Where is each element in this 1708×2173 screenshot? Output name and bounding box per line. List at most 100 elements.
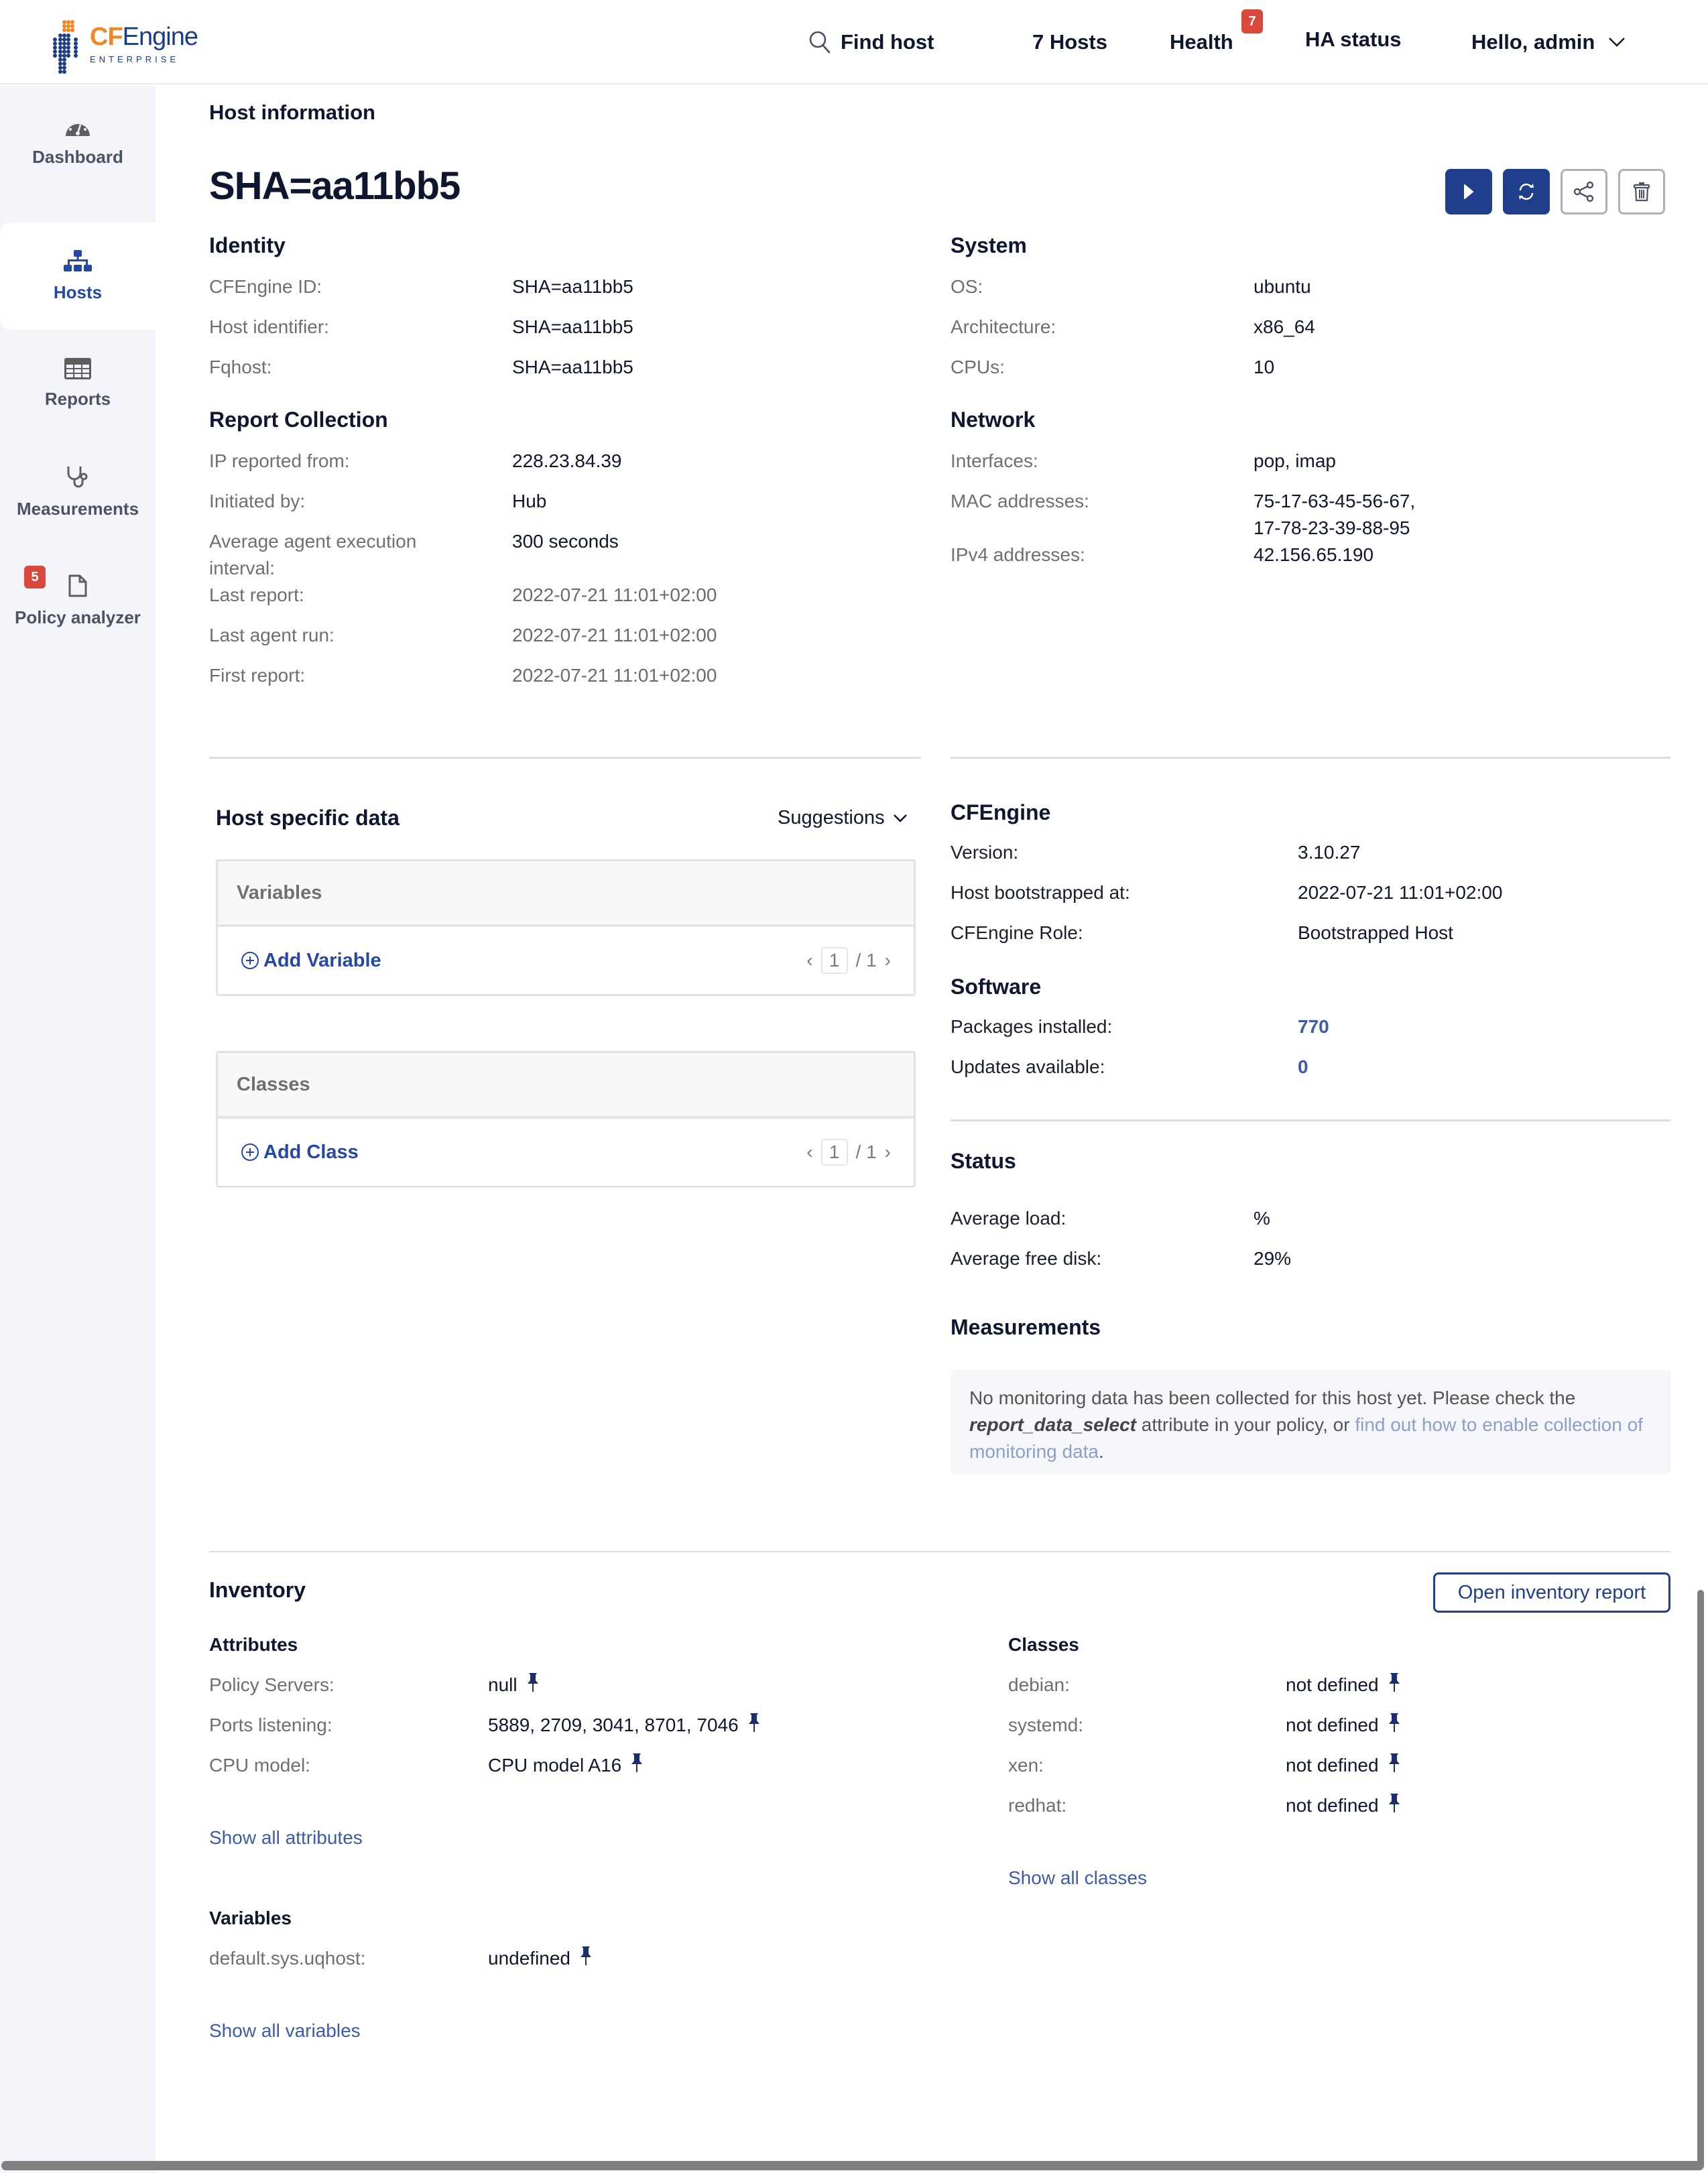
variables-panel: Variables Add Variable ‹ 1 / 1 ›	[216, 859, 916, 996]
sidebar-label-hosts: Hosts	[53, 282, 103, 302]
health-link[interactable]: Health	[1170, 0, 1233, 84]
kv-label: Ports listening:	[209, 1715, 332, 1735]
logo-dot	[62, 70, 66, 74]
page-input[interactable]: 1	[820, 1139, 848, 1166]
kv-value: ubuntu	[1254, 276, 1311, 297]
kv-label: xen:	[1008, 1755, 1044, 1776]
refresh-icon	[1519, 183, 1534, 200]
kv-value: %	[1254, 1208, 1270, 1229]
user-menu[interactable]: Hello, admin	[1471, 0, 1626, 84]
sidebar-item-dashboard[interactable]: Dashboard	[0, 88, 156, 196]
find-host-label: Find host	[841, 30, 934, 54]
show-all-variables-link[interactable]: Show all variables	[209, 2020, 361, 2042]
plus-circle-icon	[241, 952, 259, 969]
divider	[951, 757, 1670, 759]
kv-value-row: 5889, 2709, 3041, 8701, 7046	[488, 1712, 760, 1740]
kv-value: 3.10.27	[1298, 842, 1361, 863]
add-variable-button[interactable]: Add Variable	[241, 950, 381, 972]
add-variable-label: Add Variable	[263, 949, 381, 971]
horizontal-scrollbar[interactable]	[1, 2161, 1704, 2170]
kv-label: CPUs:	[951, 357, 1005, 377]
pin-icon[interactable]	[631, 1753, 643, 1780]
sidebar-label-policy-analyzer: Policy analyzer	[15, 607, 141, 627]
page-title: SHA=aa11bb5	[209, 164, 461, 208]
pin-icon[interactable]	[1388, 1793, 1400, 1820]
network-heading: Network	[951, 408, 1036, 432]
sidebar-item-hosts[interactable]: Hosts	[0, 223, 156, 330]
kv-value: 75-17-63-45-56-67,	[1254, 491, 1416, 511]
kv-label: Packages installed:	[951, 1016, 1113, 1037]
open-inventory-report-button[interactable]: Open inventory report	[1433, 1572, 1670, 1613]
refresh-button[interactable]	[1503, 169, 1550, 214]
share-button[interactable]	[1561, 169, 1607, 214]
sidebar-item-policy-analyzer[interactable]: 5 Policy analyzer	[0, 547, 156, 654]
logo-engine: Engine	[122, 22, 198, 51]
pin-icon[interactable]	[527, 1672, 539, 1700]
pin-icon[interactable]	[1388, 1753, 1400, 1780]
kv-label-cont: interval:	[209, 558, 276, 578]
cfengine-heading: CFEngine	[951, 800, 1051, 824]
updates-available-link[interactable]: 0	[1298, 1054, 1308, 1080]
kv-label: CFEngine ID:	[209, 276, 322, 297]
delete-button[interactable]	[1618, 169, 1665, 214]
logo-cf: CF	[90, 22, 123, 51]
stethoscope-icon	[67, 466, 88, 487]
prev-page-icon[interactable]: ‹	[806, 950, 812, 971]
inventory-heading: Inventory	[209, 1578, 306, 1602]
prev-page-icon[interactable]: ‹	[806, 1141, 812, 1163]
packages-installed-link[interactable]: 770	[1298, 1013, 1329, 1040]
network-list: Interfaces: pop, imap MAC addresses: 75-…	[951, 448, 1621, 582]
share-icon	[1573, 181, 1594, 202]
add-class-button[interactable]: Add Class	[241, 1141, 359, 1164]
sidebar: Dashboard Hosts Reports Measurements 5 P…	[0, 86, 156, 2173]
kv-value: 300 seconds	[512, 531, 619, 552]
kv-label: Host bootstrapped at:	[951, 882, 1130, 903]
sidebar-item-reports[interactable]: Reports	[0, 330, 156, 437]
kv-value: SHA=aa11bb5	[512, 276, 633, 297]
health-badge: 7	[1241, 9, 1263, 34]
pin-icon[interactable]	[1388, 1713, 1400, 1740]
user-greeting: Hello, admin	[1471, 30, 1595, 54]
chevron-down-icon	[893, 814, 907, 822]
add-class-label: Add Class	[263, 1141, 359, 1163]
kv-label: Updates available:	[951, 1056, 1105, 1077]
kv-label: Average load:	[951, 1208, 1066, 1229]
notice-attribute: report_data_select	[969, 1414, 1137, 1435]
kv-value: 2022-07-21 11:01+02:00	[512, 584, 717, 605]
identity-list: CFEngine ID: SHA=aa11bb5 Host identifier…	[209, 273, 879, 394]
kv-label: Host identifier:	[209, 316, 329, 337]
page-input[interactable]: 1	[820, 947, 848, 974]
host-actions	[1445, 169, 1665, 214]
search-icon	[809, 31, 831, 54]
notice-text: attribute in your policy, or	[1136, 1414, 1355, 1435]
show-all-classes-link[interactable]: Show all classes	[1008, 1867, 1147, 1889]
run-agent-button[interactable]	[1445, 169, 1492, 214]
kv-value-row: not defined	[1286, 1712, 1400, 1740]
pin-icon[interactable]	[1388, 1672, 1400, 1700]
cfengine-logo[interactable]: CFEngine ENTERPRISE	[51, 20, 198, 74]
divider	[209, 1551, 1670, 1552]
kv-label: Policy Servers:	[209, 1674, 334, 1695]
classes-panel-title: Classes	[218, 1053, 914, 1119]
kv-value: null	[488, 1674, 517, 1695]
hosts-count-link[interactable]: 7 Hosts	[1032, 0, 1107, 84]
kv-label: Interfaces:	[951, 450, 1038, 471]
kv-value-row: CPU model A16	[488, 1752, 643, 1780]
report-collection-heading: Report Collection	[209, 408, 388, 432]
cfengine-list: Version: 3.10.27 Host bootstrapped at: 2…	[951, 839, 1621, 960]
next-page-icon[interactable]: ›	[885, 950, 891, 971]
sidebar-item-measurements[interactable]: Measurements	[0, 438, 156, 546]
show-all-attributes-link[interactable]: Show all attributes	[209, 1827, 363, 1849]
kv-label: Fqhost:	[209, 357, 272, 377]
vertical-scrollbar[interactable]	[1697, 1590, 1704, 2166]
next-page-icon[interactable]: ›	[885, 1141, 891, 1163]
suggestions-dropdown[interactable]: Suggestions	[778, 807, 908, 829]
kv-value: CPU model A16	[488, 1755, 622, 1776]
pin-icon[interactable]	[580, 1946, 592, 1973]
find-host-button[interactable]: Find host	[808, 0, 934, 84]
pin-icon[interactable]	[748, 1713, 760, 1740]
kv-value: SHA=aa11bb5	[512, 357, 633, 377]
ha-status-link[interactable]: HA status	[1305, 0, 1402, 82]
variables-panel-title: Variables	[218, 861, 914, 927]
breadcrumb: Host information	[209, 101, 375, 124]
